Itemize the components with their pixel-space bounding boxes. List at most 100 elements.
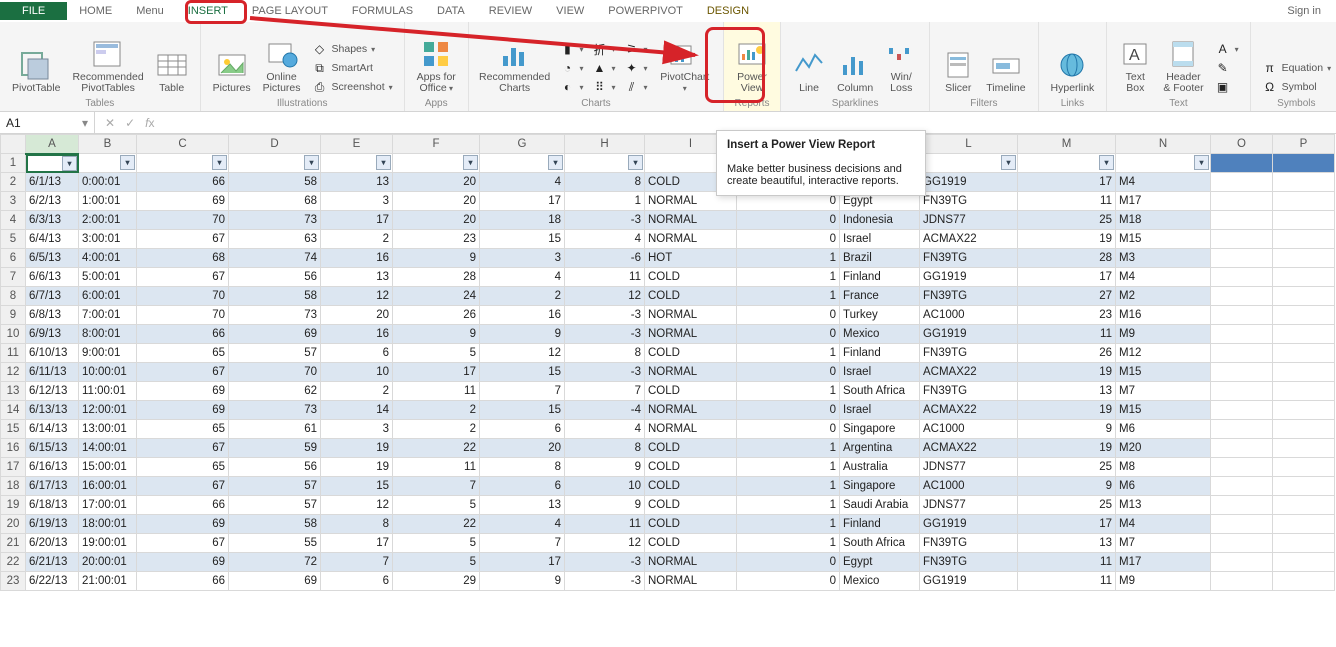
cell[interactable]: COLD bbox=[645, 268, 737, 287]
row-header[interactable]: 18 bbox=[1, 477, 26, 496]
cell[interactable]: M4 bbox=[1116, 268, 1211, 287]
cell[interactable]: 6/14/13 bbox=[26, 420, 79, 439]
cell[interactable]: 57 bbox=[229, 477, 321, 496]
chart-hier-button[interactable]: ◔ bbox=[556, 59, 586, 77]
cell[interactable]: 26 bbox=[393, 306, 480, 325]
pictures-button[interactable]: Pictures bbox=[209, 47, 255, 96]
cell[interactable]: 1 bbox=[737, 496, 840, 515]
cell[interactable]: COLD bbox=[645, 439, 737, 458]
cell[interactable]: 16:00:01 bbox=[79, 477, 137, 496]
cell[interactable]: 15 bbox=[480, 230, 565, 249]
cell[interactable]: 21:00:01 bbox=[79, 572, 137, 591]
column-header-O[interactable]: O bbox=[1211, 135, 1273, 154]
cell[interactable]: 17 bbox=[321, 211, 393, 230]
cell[interactable]: 66 bbox=[137, 173, 229, 192]
cell[interactable]: -3 bbox=[565, 325, 645, 344]
cell[interactable]: 16 bbox=[321, 325, 393, 344]
filter-button[interactable] bbox=[463, 155, 478, 170]
cell[interactable]: 6/22/13 bbox=[26, 572, 79, 591]
cell[interactable]: Australia bbox=[840, 458, 920, 477]
cell[interactable]: 17 bbox=[321, 534, 393, 553]
cell[interactable]: 69 bbox=[229, 325, 321, 344]
filter-button[interactable] bbox=[1194, 155, 1209, 170]
cell[interactable]: 14 bbox=[321, 401, 393, 420]
cell[interactable]: 13 bbox=[1018, 534, 1116, 553]
slicer-button[interactable]: Slicer bbox=[938, 47, 978, 96]
cell[interactable]: 0 bbox=[737, 363, 840, 382]
cell[interactable]: 6/20/13 bbox=[26, 534, 79, 553]
cell[interactable]: 6/19/13 bbox=[26, 515, 79, 534]
cell[interactable]: Finland bbox=[840, 344, 920, 363]
chart-radar-button[interactable]: ✦ bbox=[621, 59, 651, 77]
filter-button[interactable] bbox=[62, 156, 77, 171]
cell[interactable]: 1 bbox=[737, 287, 840, 306]
cell[interactable]: 16 bbox=[321, 249, 393, 268]
cell[interactable]: 1 bbox=[737, 534, 840, 553]
name-box[interactable]: A1 ▾ bbox=[0, 112, 95, 133]
cell[interactable]: 6 bbox=[480, 420, 565, 439]
cell[interactable]: 9:00:01 bbox=[79, 344, 137, 363]
cell[interactable]: 65 bbox=[137, 420, 229, 439]
cell[interactable]: NORMAL bbox=[645, 420, 737, 439]
cell[interactable]: Finland bbox=[840, 515, 920, 534]
filter-button[interactable] bbox=[212, 155, 227, 170]
cell[interactable]: 17:00:01 bbox=[79, 496, 137, 515]
power-view-button[interactable]: Power View bbox=[732, 36, 772, 96]
cell[interactable]: 58 bbox=[229, 287, 321, 306]
cell[interactable]: 17 bbox=[1018, 173, 1116, 192]
row-header[interactable]: 21 bbox=[1, 534, 26, 553]
row-header[interactable]: 8 bbox=[1, 287, 26, 306]
recommended-pivottables-button[interactable]: Recommended PivotTables bbox=[68, 36, 147, 96]
shapes-button[interactable]: ◇Shapes bbox=[309, 40, 396, 58]
cell[interactable]: 17 bbox=[393, 363, 480, 382]
cell[interactable]: 15 bbox=[480, 363, 565, 382]
cell[interactable]: M15 bbox=[1116, 230, 1211, 249]
cell[interactable]: 6 bbox=[321, 344, 393, 363]
timeline-button[interactable]: Timeline bbox=[982, 47, 1029, 96]
cell[interactable]: 27 bbox=[1018, 287, 1116, 306]
column-header-P[interactable]: P bbox=[1273, 135, 1335, 154]
cell[interactable]: 9 bbox=[1018, 420, 1116, 439]
cell[interactable]: 5 bbox=[393, 553, 480, 572]
cell[interactable]: Indonesia bbox=[840, 211, 920, 230]
cell[interactable]: 8 bbox=[565, 173, 645, 192]
cell[interactable]: 1 bbox=[737, 344, 840, 363]
cell[interactable]: 73 bbox=[229, 306, 321, 325]
column-header-H[interactable]: H bbox=[565, 135, 645, 154]
cell[interactable]: 29 bbox=[393, 572, 480, 591]
apps-for-office-button[interactable]: Apps for Office bbox=[413, 36, 460, 96]
fx-icon[interactable]: fx bbox=[145, 116, 154, 130]
cell[interactable]: 12 bbox=[321, 287, 393, 306]
cell[interactable]: AC1000 bbox=[920, 306, 1018, 325]
cell[interactable]: 11 bbox=[565, 268, 645, 287]
cell[interactable]: 6/13/13 bbox=[26, 401, 79, 420]
cell[interactable]: 23 bbox=[1018, 306, 1116, 325]
cell[interactable]: Argentina bbox=[840, 439, 920, 458]
cell[interactable]: M8 bbox=[1116, 458, 1211, 477]
cell[interactable]: M16 bbox=[1116, 306, 1211, 325]
cell[interactable]: M17 bbox=[1116, 553, 1211, 572]
cell[interactable]: M3 bbox=[1116, 249, 1211, 268]
row-header[interactable]: 6 bbox=[1, 249, 26, 268]
cell[interactable]: HOT bbox=[645, 249, 737, 268]
cell[interactable]: Singapore bbox=[840, 477, 920, 496]
cell[interactable]: M13 bbox=[1116, 496, 1211, 515]
cell[interactable]: NORMAL bbox=[645, 572, 737, 591]
cell[interactable]: 1 bbox=[737, 382, 840, 401]
cell[interactable]: 1 bbox=[737, 477, 840, 496]
column-header-L[interactable]: L bbox=[920, 135, 1018, 154]
tab-home[interactable]: HOME bbox=[67, 2, 124, 19]
cell[interactable]: FN39TG bbox=[920, 344, 1018, 363]
cell[interactable]: 23 bbox=[393, 230, 480, 249]
cell[interactable]: Finland bbox=[840, 268, 920, 287]
cell[interactable]: 8 bbox=[565, 344, 645, 363]
row-header[interactable]: 10 bbox=[1, 325, 26, 344]
sparkline-winloss-button[interactable]: Win/ Loss bbox=[881, 36, 921, 96]
cell[interactable]: 74 bbox=[229, 249, 321, 268]
cell[interactable]: 11 bbox=[1018, 553, 1116, 572]
filter-button[interactable] bbox=[376, 155, 391, 170]
cell[interactable]: 67 bbox=[137, 230, 229, 249]
cell[interactable]: 6/6/13 bbox=[26, 268, 79, 287]
cell[interactable]: M17 bbox=[1116, 192, 1211, 211]
cell[interactable]: France bbox=[840, 287, 920, 306]
